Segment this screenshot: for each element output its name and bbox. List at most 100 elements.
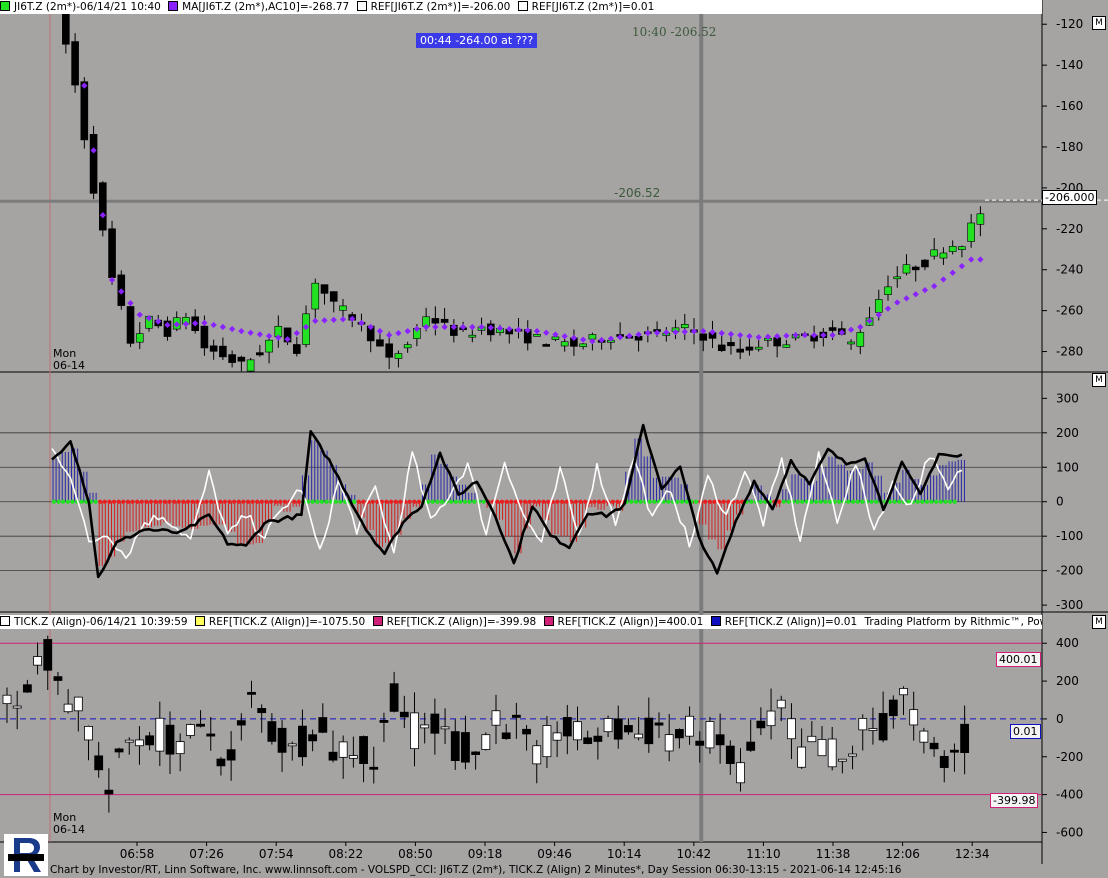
- cci-zero-marker: [361, 499, 366, 504]
- price-candle-up: [948, 246, 957, 252]
- footer-credit: Chart by Investor/RT, Linn Software, Inc…: [50, 864, 902, 876]
- tick-ref-lower-label: -399.98: [990, 793, 1039, 808]
- tick-candle-up: [766, 710, 776, 727]
- price-candle-up: [246, 359, 255, 372]
- tick-candle-up: [491, 710, 501, 726]
- price-candle-up: [394, 353, 403, 359]
- ma-point: [201, 319, 208, 327]
- price-candle-down: [80, 81, 89, 141]
- ma-point: [376, 327, 384, 335]
- header-ref2: REF[JI6T.Z (2m*)]=0.01: [531, 1, 655, 13]
- tick-candle-down: [756, 720, 766, 729]
- header-ref1: REF[JI6T.Z (2m*)]=-206.00: [370, 1, 511, 13]
- time-axis-label: 12:06: [885, 847, 920, 861]
- price-candle-up: [680, 324, 689, 329]
- tick-candle-up: [634, 733, 644, 739]
- tick-axis-label: -600: [1056, 825, 1083, 839]
- tick-candle-down: [104, 789, 114, 795]
- cci-zero-marker: [578, 499, 583, 504]
- cci-zero-marker: [439, 499, 445, 504]
- ma-point: [949, 269, 956, 276]
- tick-candle-down: [22, 684, 32, 693]
- tick-candle-up: [2, 694, 12, 705]
- maximize-price-pane-button[interactable]: M: [1092, 16, 1106, 30]
- tick-candle-down: [461, 732, 470, 763]
- price-candle-up: [135, 333, 144, 343]
- cci-zero-marker: [449, 499, 454, 504]
- cci-zero-marker: [176, 499, 181, 504]
- tick-candle-up: [287, 743, 297, 747]
- cci-zero-marker: [546, 499, 551, 504]
- tick-axis-label: 200: [1056, 674, 1079, 688]
- cci-zero-marker: [638, 499, 643, 504]
- tick-axis-label: 400: [1056, 636, 1079, 650]
- cci-zero-marker: [319, 499, 324, 504]
- cci-zero-marker: [389, 499, 394, 504]
- price-candle-down: [440, 318, 449, 323]
- cci-zero-marker: [924, 499, 930, 504]
- cci-zero-marker: [592, 499, 597, 504]
- cci-zero-marker: [850, 499, 856, 504]
- cci-zero-marker: [938, 499, 943, 504]
- day-label-bottom: Mon 06-14: [53, 812, 85, 836]
- price-candle-down: [385, 343, 393, 358]
- ma-point: [829, 332, 836, 339]
- cci-zero-marker: [144, 499, 149, 504]
- maximize-tick-pane-button[interactable]: M: [1092, 615, 1106, 629]
- tick-axis-label: -400: [1056, 788, 1083, 802]
- cci-zero-marker: [218, 499, 223, 504]
- cci-zero-marker: [430, 499, 435, 504]
- cci-zero-marker: [153, 499, 158, 504]
- tick-candle-up: [410, 712, 419, 750]
- ma-point: [977, 256, 984, 263]
- price-axis-label: -240: [1056, 263, 1083, 277]
- cci-zero-marker: [352, 499, 357, 504]
- ma-point: [580, 336, 587, 343]
- cci-zero-marker: [874, 499, 879, 504]
- cci-zero-marker: [130, 499, 135, 504]
- cci-zero-marker: [70, 499, 75, 504]
- tick-candle-down: [114, 748, 124, 753]
- time-axis-label: 08:50: [398, 847, 433, 861]
- price-candle-down: [71, 41, 79, 86]
- cci-zero-marker: [693, 499, 699, 504]
- cci-axis-label: -100: [1056, 529, 1083, 543]
- tick-candle-down: [308, 734, 318, 742]
- tick-candle-down: [674, 729, 684, 739]
- ma-point: [386, 332, 393, 339]
- tick-candle-down: [196, 723, 205, 727]
- tick-header-ref2: REF[TICK.Z (Align)]=-399.98: [386, 616, 537, 628]
- legend-swatch-ref: [356, 1, 367, 11]
- cci-zero-marker: [111, 499, 117, 504]
- cci-zero-marker: [407, 499, 412, 504]
- cci-zero-marker: [315, 499, 320, 504]
- time-axis-label: 11:10: [746, 847, 781, 861]
- price-candle-down: [921, 259, 929, 268]
- tick-candle-down: [328, 751, 338, 761]
- cci-zero-marker: [481, 499, 486, 504]
- cci-zero-marker: [102, 499, 107, 504]
- price-candle-up: [560, 341, 569, 347]
- ma-point: [801, 332, 808, 339]
- cci-zero-marker: [278, 499, 283, 504]
- price-candle-down: [89, 134, 98, 194]
- cci-zero-marker: [472, 499, 477, 504]
- cci-zero-marker: [268, 499, 274, 504]
- cci-zero-marker: [920, 499, 925, 504]
- maximize-cci-pane-button[interactable]: M: [1092, 373, 1106, 387]
- ma-point: [533, 327, 541, 335]
- price-axis-label: -140: [1056, 58, 1083, 72]
- crosshair-readout: 10:40 -206.52: [632, 25, 717, 39]
- tick-candle-up: [919, 730, 929, 743]
- tick-candle-down: [94, 755, 104, 771]
- cci-zero-marker: [629, 499, 634, 504]
- legend-swatch-ref: [710, 616, 721, 626]
- ma-point: [358, 319, 365, 327]
- price-candle-down: [200, 325, 209, 349]
- time-axis-label: 11:38: [816, 847, 851, 861]
- tick-candle-down: [145, 735, 155, 746]
- price-candle-down: [911, 266, 920, 271]
- ma-point: [404, 327, 411, 335]
- price-candle-down: [99, 182, 107, 231]
- cci-zero-marker: [98, 499, 103, 504]
